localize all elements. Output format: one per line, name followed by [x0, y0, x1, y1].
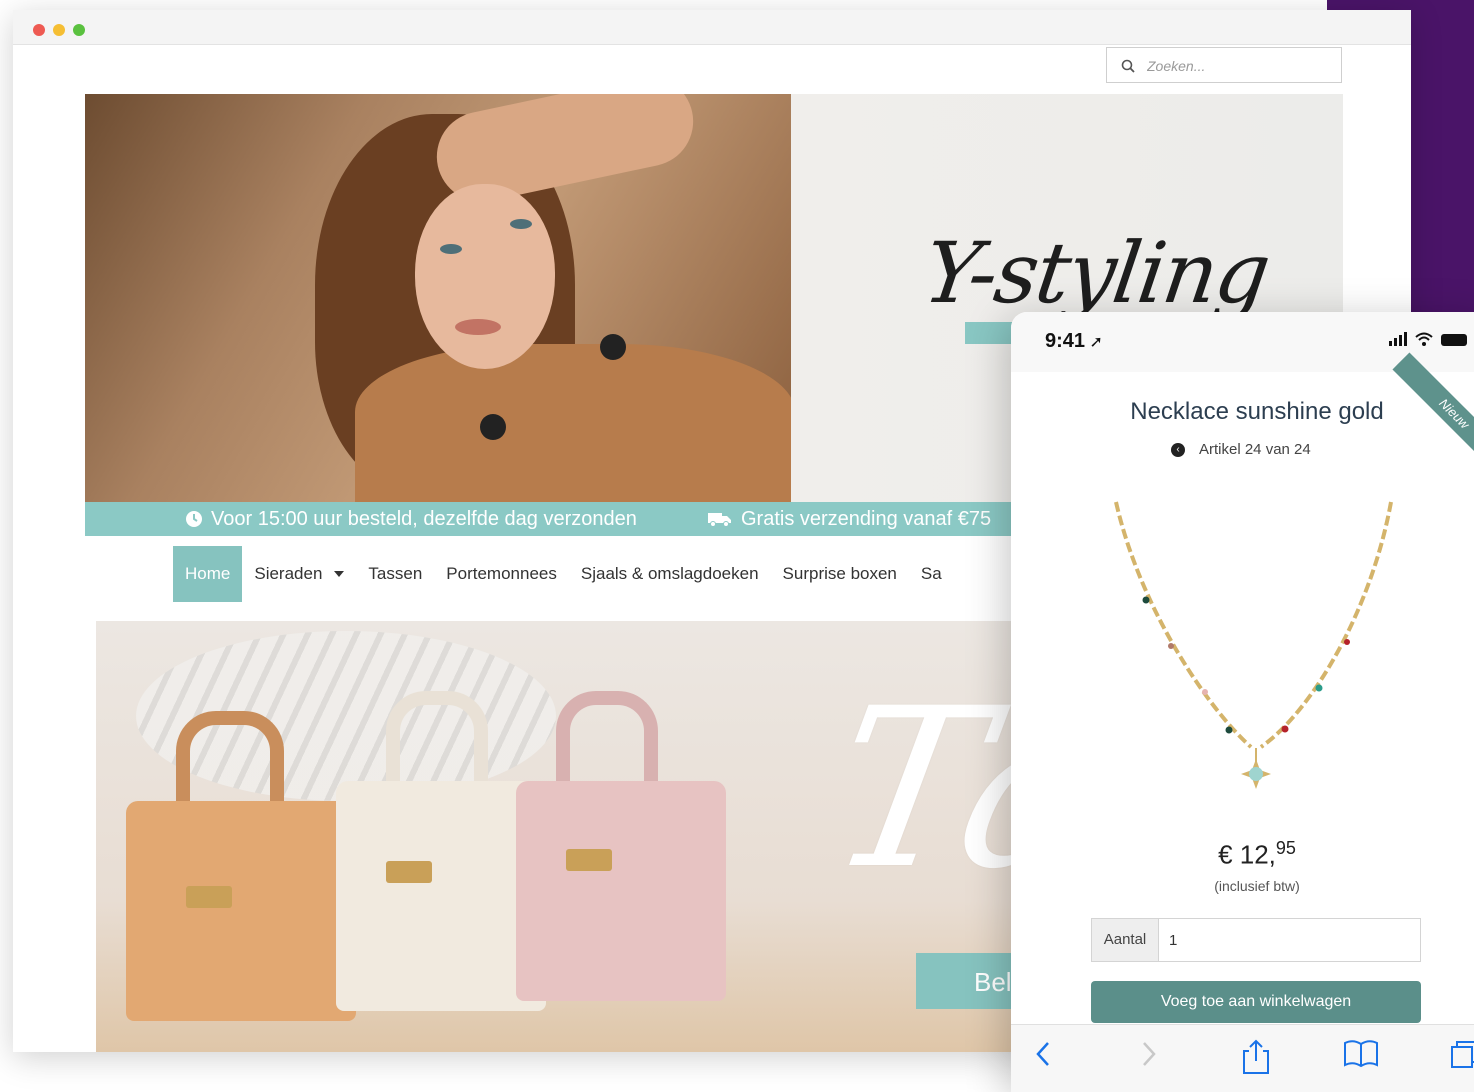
nav-item-sale[interactable]: Sa: [909, 546, 954, 602]
search-icon: [1121, 59, 1135, 73]
close-window-dot[interactable]: [33, 24, 45, 36]
nav-item-surprise-boxen[interactable]: Surprise boxen: [771, 546, 909, 602]
bag-cream: [336, 781, 546, 1011]
minimize-window-dot[interactable]: [53, 24, 65, 36]
browser-titlebar: [13, 10, 1411, 45]
search-box[interactable]: [1106, 47, 1342, 83]
nav-item-tassen[interactable]: Tassen: [356, 546, 434, 602]
nav-item-sjaals[interactable]: Sjaals & omslagdoeken: [569, 546, 771, 602]
nav-item-sieraden[interactable]: Sieraden: [242, 546, 356, 602]
battery-icon: [1441, 334, 1467, 346]
bag-tan: [126, 801, 356, 1021]
quantity-label: Aantal: [1092, 919, 1159, 961]
usp-free-shipping: Gratis verzending vanaf €75: [741, 508, 992, 530]
safari-toolbar: [1011, 1024, 1474, 1092]
back-arrow-icon[interactable]: [1033, 1039, 1053, 1069]
maximize-window-dot[interactable]: [73, 24, 85, 36]
search-input[interactable]: [1145, 54, 1329, 78]
nav-item-portemonnees[interactable]: Portemonnees: [434, 546, 569, 602]
hero-model-photo: [85, 94, 795, 502]
brand-logo[interactable]: Y-styling: [918, 224, 1274, 322]
clock-icon: [186, 511, 202, 527]
previous-article-icon[interactable]: ‹: [1171, 442, 1185, 457]
mobile-phone-preview: 9:41 ➚ Nieuw Necklace sunshine gold ‹ Ar…: [1011, 312, 1474, 1092]
usp-same-day-shipping: Voor 15:00 uur besteld, dezelfde dag ver…: [211, 508, 637, 530]
bookmarks-icon[interactable]: [1343, 1039, 1379, 1069]
price-vat-note: (inclusief btw): [1214, 878, 1300, 894]
product-price: € 12,95: [1218, 838, 1296, 870]
bag-pink: [516, 781, 726, 1001]
necklace-product-image[interactable]: [1101, 492, 1421, 802]
product-title: Necklace sunshine gold: [1130, 398, 1384, 425]
wifi-icon: [1415, 332, 1433, 346]
main-navigation: Home Sieraden Tassen Portemonnees Sjaals…: [173, 546, 954, 602]
cellular-signal-icon: [1389, 332, 1407, 346]
add-to-cart-button[interactable]: Voeg toe aan winkelwagen: [1091, 981, 1421, 1023]
nav-item-home[interactable]: Home: [173, 546, 243, 602]
product-counter[interactable]: ‹ Artikel 24 van 24: [1171, 441, 1311, 458]
quantity-field[interactable]: Aantal: [1091, 918, 1421, 962]
chevron-down-icon: [334, 571, 345, 577]
forward-arrow-icon[interactable]: [1139, 1039, 1159, 1069]
location-arrow-icon: ➚: [1085, 334, 1103, 351]
share-icon[interactable]: [1241, 1039, 1271, 1075]
truck-icon: [708, 513, 731, 527]
tabs-icon[interactable]: [1449, 1039, 1474, 1069]
quantity-input[interactable]: [1159, 919, 1420, 961]
status-time: 9:41 ➚: [1045, 330, 1103, 352]
